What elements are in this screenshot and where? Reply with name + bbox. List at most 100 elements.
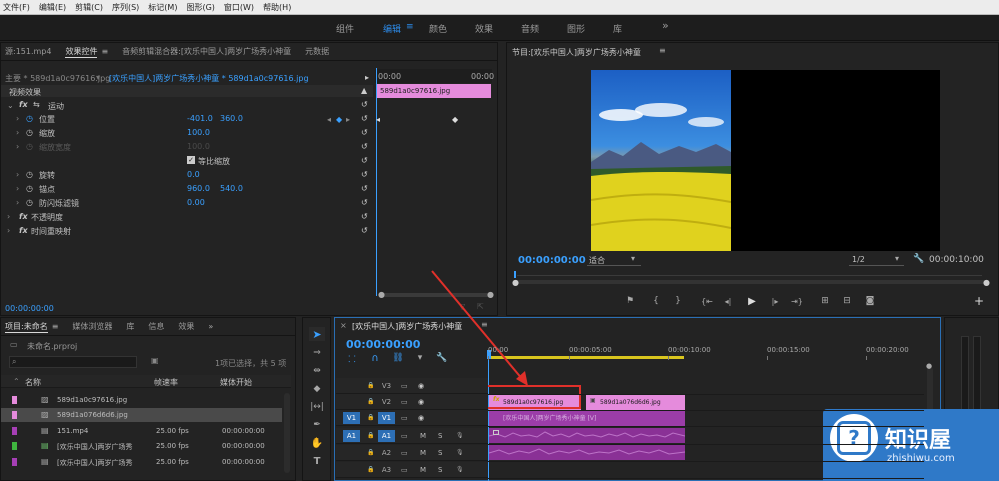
play-icon[interactable]: ▶ xyxy=(745,294,759,308)
menu-sequence[interactable]: 序列(S) xyxy=(112,2,139,13)
reset-icon[interactable]: ↺ xyxy=(361,128,368,137)
add-keyframe-icon[interactable]: ◆ xyxy=(336,115,342,124)
timeline-close-icon[interactable]: × xyxy=(340,321,347,330)
menu-graphics[interactable]: 图形(G) xyxy=(186,2,214,13)
sync-lock-icon[interactable]: ▭ xyxy=(401,382,408,390)
header-media-start[interactable]: 媒体开始 xyxy=(220,377,252,388)
mute-button[interactable]: M xyxy=(420,466,426,474)
reset-motion-icon[interactable]: ↺ xyxy=(361,100,368,109)
stopwatch-icon[interactable]: ◷ xyxy=(26,114,33,123)
label-color-swatch[interactable] xyxy=(12,411,17,419)
chevron-down-icon[interactable]: ▾ xyxy=(96,73,100,82)
workspace-graphics[interactable]: 图形 xyxy=(567,22,585,35)
linked-selection-icon[interactable]: ⛓ xyxy=(392,352,404,364)
keyframe-end-icon[interactable]: ◆ xyxy=(452,115,458,124)
lock-icon[interactable]: 🔒 xyxy=(367,449,374,456)
menu-marker[interactable]: 标记(M) xyxy=(148,2,177,13)
source-patch[interactable]: A1 xyxy=(343,430,360,442)
prop-value-2[interactable]: 540.0 xyxy=(220,184,243,193)
reset-icon[interactable]: ↺ xyxy=(361,156,368,165)
prop-expand-icon[interactable]: › xyxy=(16,142,19,151)
eye-icon[interactable]: ◉ xyxy=(418,398,424,406)
export-frame-icon[interactable]: ◙ xyxy=(863,295,877,307)
label-color-swatch[interactable] xyxy=(12,396,17,404)
label-color-swatch[interactable] xyxy=(12,427,17,435)
snap-icon[interactable]: ∩ xyxy=(369,352,381,364)
prop-value-2[interactable]: 360.0 xyxy=(220,114,243,123)
go-to-out-icon[interactable]: ⇥} xyxy=(790,295,804,307)
project-menu-icon[interactable]: ≡ xyxy=(52,322,59,331)
track-header[interactable] xyxy=(336,462,488,478)
clip-v1[interactable]: [欢乐中国人]两岁广场秀小神童 [V] xyxy=(489,411,685,426)
eye-icon[interactable]: ◉ xyxy=(418,382,424,390)
lock-icon[interactable]: 🔒 xyxy=(367,466,374,473)
reset-icon[interactable]: ↺ xyxy=(361,198,368,207)
motion-transform-icon[interactable]: ⇆ xyxy=(33,100,40,109)
clip-v2-b[interactable]: 589d1a076d6d6.jpg xyxy=(586,395,685,410)
step-forward-icon[interactable]: |▸ xyxy=(768,295,782,307)
prop-expand-icon[interactable]: › xyxy=(16,198,19,207)
v-scroll-handle-top[interactable]: ● xyxy=(926,362,932,370)
tab-source[interactable]: 源:151.mp4 xyxy=(5,46,51,57)
lock-icon[interactable]: 🔒 xyxy=(367,414,374,421)
header-name-chevron[interactable]: ⌃ xyxy=(13,377,20,386)
lock-icon[interactable]: 🔒 xyxy=(367,432,374,439)
prop-value-1[interactable]: 100.0 xyxy=(187,128,210,137)
sync-lock-icon[interactable]: ▭ xyxy=(401,414,408,422)
solo-button[interactable]: S xyxy=(438,449,442,457)
project-scrollbar[interactable] xyxy=(284,393,290,473)
stopwatch-icon[interactable]: ◷ xyxy=(26,142,33,151)
wrench-icon[interactable]: 🔧 xyxy=(913,254,924,264)
workspace-effects[interactable]: 效果 xyxy=(475,22,493,35)
new-bin-icon[interactable]: ▣ xyxy=(151,356,159,365)
mute-button[interactable]: M xyxy=(420,449,426,457)
scroll-handle-left[interactable]: ● xyxy=(378,290,385,299)
prop-expand-icon[interactable]: › xyxy=(16,114,19,123)
reset-icon[interactable]: ↺ xyxy=(361,114,368,123)
stopwatch-icon[interactable]: ◷ xyxy=(26,198,33,207)
sync-lock-icon[interactable]: ▭ xyxy=(401,398,408,406)
label-color-swatch[interactable] xyxy=(12,442,17,450)
uniform-scale-checkbox[interactable]: ✓ xyxy=(187,156,195,164)
mini-playhead[interactable] xyxy=(376,68,377,296)
reset-icon[interactable]: ↺ xyxy=(361,226,368,235)
tab-effect-controls[interactable]: 效果控件 xyxy=(65,46,98,58)
tab-libraries[interactable]: 库 xyxy=(126,321,134,332)
track-target[interactable]: V1 xyxy=(378,412,395,424)
mic-icon[interactable]: 🎙 xyxy=(456,432,464,439)
tabs-overflow-icon[interactable]: » xyxy=(208,322,213,331)
sync-lock-icon[interactable]: ▭ xyxy=(401,432,408,440)
fx-icon[interactable]: fx xyxy=(19,212,28,221)
mic-icon[interactable]: 🎙 xyxy=(456,466,464,473)
program-menu-icon[interactable]: ≡ xyxy=(659,46,666,55)
fx-icon[interactable]: fx xyxy=(19,100,28,109)
track-header[interactable] xyxy=(336,394,488,410)
source-patch[interactable]: V1 xyxy=(343,412,360,424)
workspace-assembly[interactable]: 组件 xyxy=(336,22,354,35)
track-target[interactable]: V3 xyxy=(378,380,395,392)
stopwatch-icon[interactable]: ◷ xyxy=(26,184,33,193)
slip-tool-icon[interactable]: |↔| xyxy=(309,400,325,414)
track-select-tool-icon[interactable]: ⇒ xyxy=(309,346,325,360)
menu-file[interactable]: 文件(F) xyxy=(3,2,30,13)
lock-icon[interactable]: 🔒 xyxy=(367,398,374,405)
timeline-timecode[interactable]: 00:00:00:00 xyxy=(346,338,420,351)
reset-icon[interactable]: ↺ xyxy=(361,212,368,221)
track-header[interactable] xyxy=(336,378,488,394)
menu-window[interactable]: 窗口(W) xyxy=(224,2,254,13)
collapse-icon[interactable]: ⌄ xyxy=(7,101,14,110)
label-color-swatch[interactable] xyxy=(12,458,17,466)
workspace-color[interactable]: 颜色 xyxy=(429,22,447,35)
solo-button[interactable]: S xyxy=(438,466,442,474)
solo-button[interactable]: S xyxy=(438,432,442,440)
track-target[interactable]: A1 xyxy=(378,430,395,442)
mic-icon[interactable]: 🎙 xyxy=(456,449,464,456)
prop-expand-icon[interactable]: › xyxy=(16,170,19,179)
overwrite-icon[interactable]: ⊟ xyxy=(840,295,854,307)
effect-controls-timecode[interactable]: 00:00:00:00 xyxy=(5,304,54,313)
sync-lock-icon[interactable]: ▭ xyxy=(401,466,408,474)
razor-tool-icon[interactable]: ◆ xyxy=(309,382,325,396)
keyframe-start-icon[interactable]: ◂ xyxy=(376,115,380,124)
workspace-menu-icon[interactable]: ≡ xyxy=(406,22,414,32)
prop-expand-icon[interactable]: › xyxy=(7,212,10,221)
